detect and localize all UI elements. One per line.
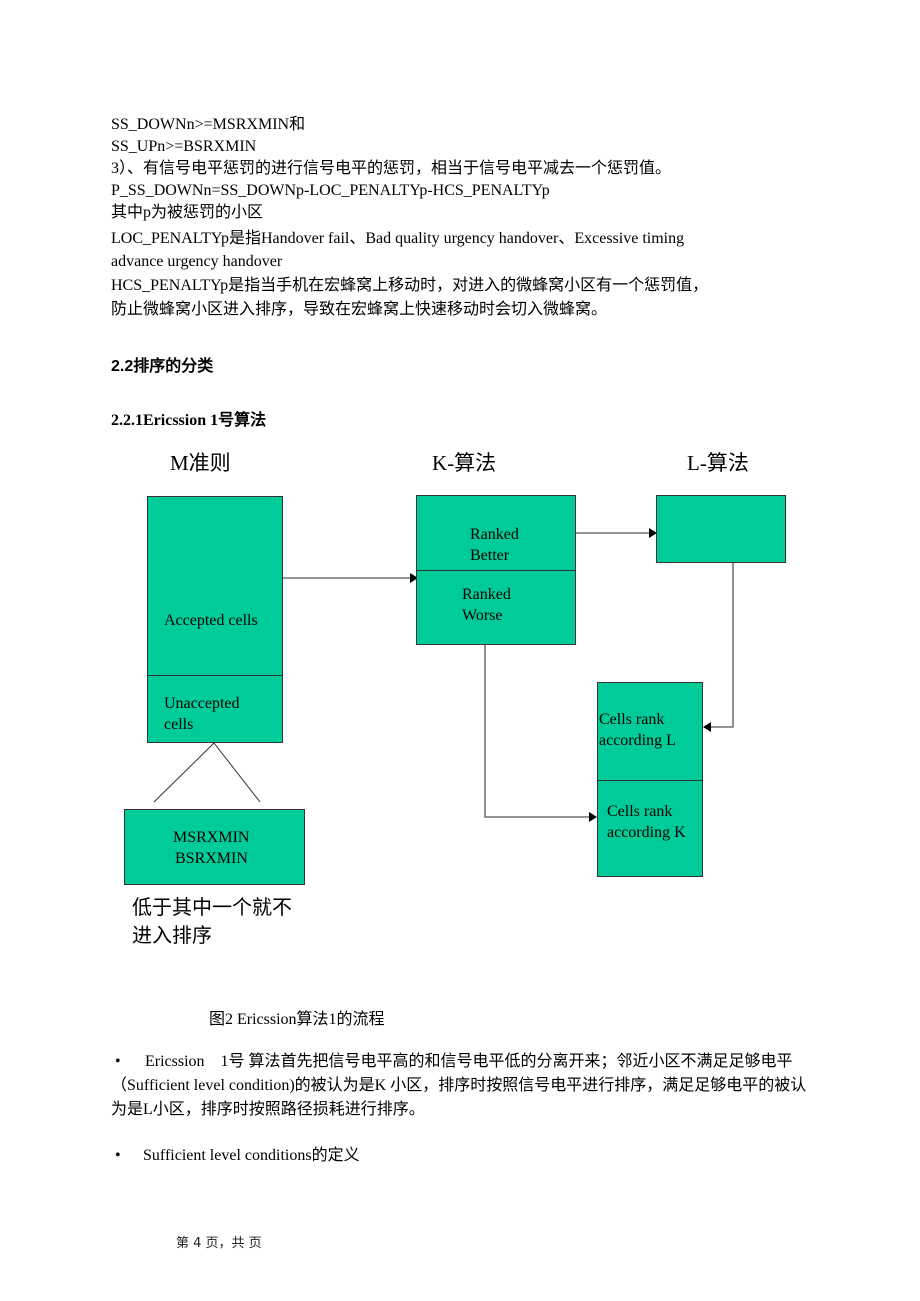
bullet-paragraph: • Ericssion 1号 算法首先把信号电平高的和信号电平低的分离开来；邻近小…: [111, 1050, 811, 1122]
box-divider: [148, 675, 282, 676]
bullet-symbol: •: [115, 1147, 121, 1164]
threshold-box: MSRXMIN BSRXMIN: [124, 809, 305, 885]
bullet-symbol: •: [115, 1053, 121, 1070]
threshold-branch-left: [153, 742, 215, 803]
cells-rank-k-label: according K: [607, 824, 686, 841]
box-divider: [417, 570, 575, 571]
figure-caption: 图2 Ericssion算法1的流程: [209, 1011, 385, 1028]
unaccepted-cells-label: cells: [164, 716, 194, 733]
ranked-worse-label: Worse: [462, 607, 503, 624]
cells-rank-l-label: according L: [599, 732, 676, 749]
ranked-better-label: Better: [470, 547, 510, 564]
bullet-paragraph: • Sufficient level conditions的定义: [111, 1144, 811, 1168]
k-to-result-line: [484, 645, 589, 818]
threshold-branch-right: [213, 742, 261, 803]
l-to-result-line: [711, 562, 734, 728]
cells-rank-l-label: Cells rank: [599, 711, 665, 728]
ranked-better-label: Ranked: [470, 526, 519, 543]
bsrxmin-label: BSRXMIN: [175, 850, 248, 867]
result-box: Cells rank according L Cells rank accord…: [597, 682, 703, 877]
k-algorithm-box: Ranked Better Ranked Worse: [416, 495, 576, 645]
threshold-note: 低于其中一个就不: [132, 895, 292, 919]
l-algorithm-box: [656, 495, 786, 563]
cells-rank-k-label: Cells rank: [607, 803, 673, 820]
msrxmin-label: MSRXMIN: [173, 829, 250, 846]
threshold-note: 进入排序: [132, 923, 212, 947]
page-footer: 第 4 页，共 页: [176, 1236, 262, 1251]
accepted-cells-label: Accepted cells: [164, 612, 258, 629]
box-divider: [598, 780, 702, 781]
k-to-result-arrowhead: [589, 812, 597, 822]
unaccepted-cells-label: Unaccepted: [164, 695, 240, 712]
ranked-worse-label: Ranked: [462, 586, 511, 603]
l-to-result-arrowhead: [703, 722, 711, 732]
bullet-text: Sufficient level conditions的定义: [143, 1147, 360, 1164]
bullet-text: Ericssion 1号 算法首先把信号电平高的和信号电平低的分离开来；邻近小区…: [111, 1053, 807, 1118]
m-criterion-box: Accepted cells Unaccepted cells: [147, 496, 283, 743]
